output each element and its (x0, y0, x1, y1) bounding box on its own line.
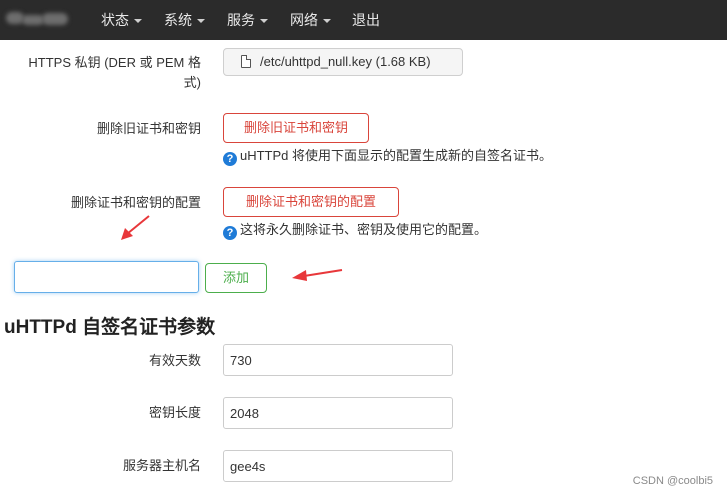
https-key-label: HTTPS 私钥 (DER 或 PEM 格 式) (28, 53, 201, 93)
nav-item-services[interactable]: 服务 (227, 0, 268, 40)
server-hostname-label: 服务器主机名 (122, 458, 201, 473)
page: 状态 系统 服务 网络 退出 HTTPS 私钥 (DER 或 PEM 格 式) … (0, 0, 727, 497)
key-length-label: 密钥长度 (148, 405, 201, 420)
key-length-input[interactable] (223, 397, 453, 429)
remove-config-button[interactable]: 删除证书和密钥的配置 (223, 187, 399, 217)
nav-item-label: 退出 (352, 12, 380, 28)
file-icon (241, 55, 251, 68)
nav-item-label: 状态 (101, 12, 129, 28)
add-button[interactable]: 添加 (205, 263, 267, 293)
remove-config-help: ? 这将永久删除证书、密钥及使用它的配置。 (223, 222, 487, 240)
https-key-file-button[interactable]: /etc/uhttpd_null.key (1.68 KB) (223, 48, 463, 76)
server-hostname-input[interactable] (223, 450, 453, 482)
remove-old-cert-help-text: uHTTPd 将使用下面显示的配置生成新的自签名证书。 (240, 148, 553, 163)
validity-days-label: 有效天数 (148, 353, 201, 368)
nav-item-system[interactable]: 系统 (164, 0, 205, 40)
section-title: uHTTPd 自签名证书参数 (4, 317, 216, 338)
https-key-file-label: /etc/uhttpd_null.key (1.68 KB) (260, 54, 431, 69)
top-navbar: 状态 系统 服务 网络 退出 (0, 0, 727, 40)
nav-item-status[interactable]: 状态 (101, 0, 142, 40)
chevron-down-icon (197, 19, 205, 24)
question-icon: ? (223, 152, 237, 166)
question-icon: ? (223, 226, 237, 240)
remove-config-help-text: 这将永久删除证书、密钥及使用它的配置。 (240, 222, 488, 237)
annotation-arrow-icon (121, 215, 150, 240)
https-key-label-line1: HTTPS 私钥 (DER 或 PEM 格 (28, 55, 201, 70)
add-name-input[interactable] (14, 261, 199, 293)
chevron-down-icon (260, 19, 268, 24)
watermark: CSDN @coolbi5 (632, 475, 713, 487)
annotation-arrow-icon (292, 269, 343, 281)
chevron-down-icon (134, 19, 142, 24)
nav-item-label: 服务 (227, 12, 255, 28)
https-key-label-line2: 式) (183, 75, 201, 90)
remove-config-label: 删除证书和密钥的配置 (70, 195, 201, 210)
chevron-down-icon (323, 19, 331, 24)
remove-old-cert-help: ? uHTTPd 将使用下面显示的配置生成新的自签名证书。 (223, 148, 552, 166)
nav-item-network[interactable]: 网络 (290, 0, 331, 40)
nav-item-label: 系统 (164, 12, 192, 28)
remove-old-cert-button[interactable]: 删除旧证书和密钥 (223, 113, 369, 143)
validity-days-input[interactable] (223, 344, 453, 376)
nav-item-label: 网络 (290, 12, 318, 28)
nav-item-logout[interactable]: 退出 (352, 0, 380, 40)
brand-logo-blurred[interactable] (6, 8, 70, 30)
remove-old-cert-label: 删除旧证书和密钥 (96, 121, 201, 136)
